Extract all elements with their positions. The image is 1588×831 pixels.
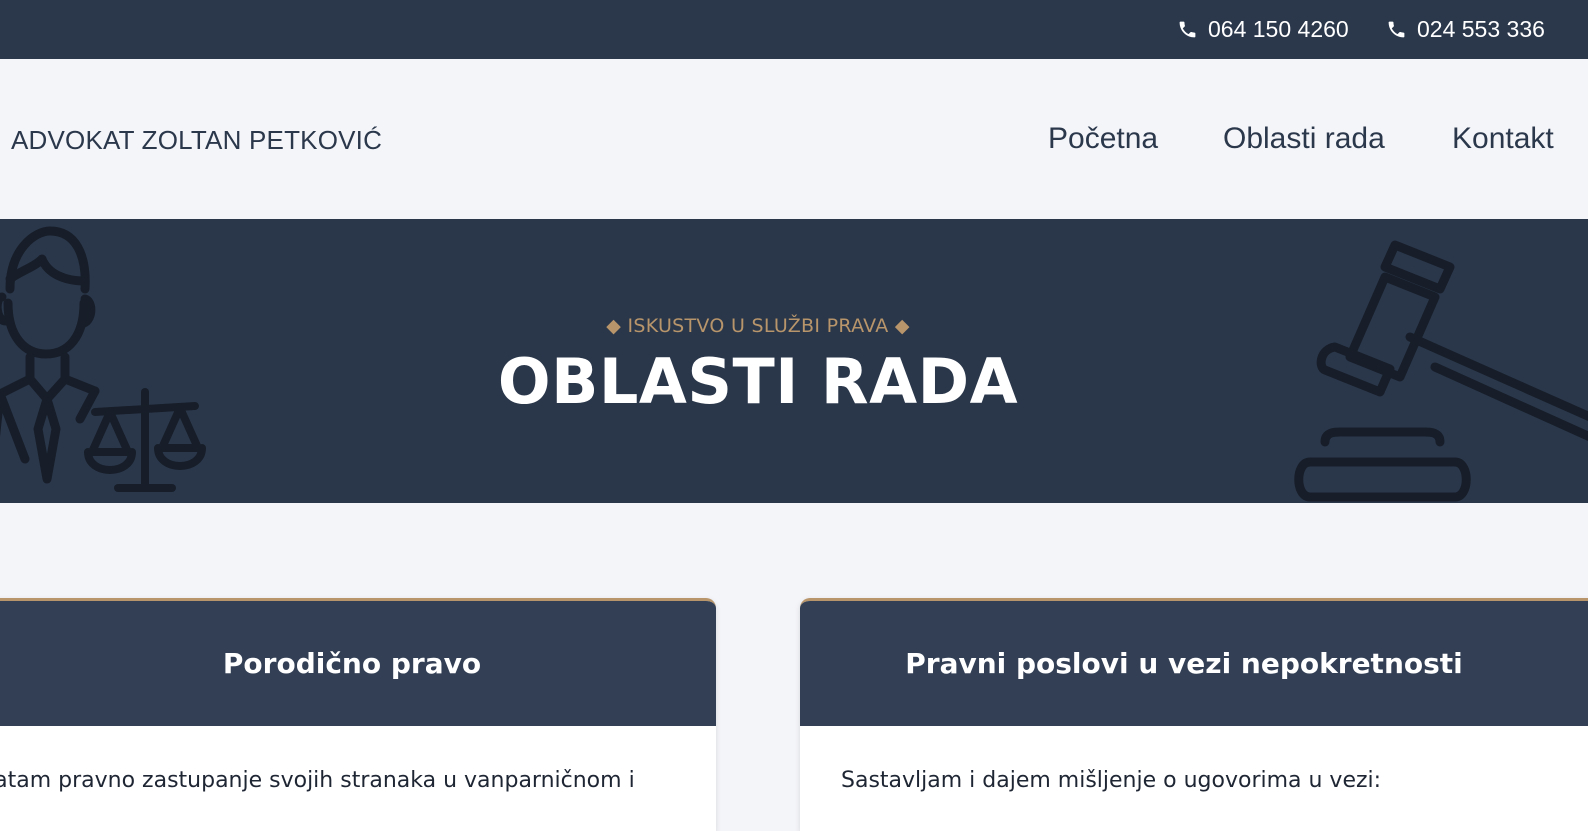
page-title: OBLASTI RADA [497,345,1019,418]
main-navbar: ADVOKAT ZOLTAN PETKOVIĆ Početna Oblasti … [0,59,1588,219]
card-text: Sastavljam i dajem mišljenje o ugovorima… [841,768,1382,793]
nav-item-pocetna[interactable]: Početna [1048,122,1158,156]
service-card-nepokretnosti: Pravni poslovi u vezi nepokretnosti Sast… [800,598,1588,831]
top-contact-bar: 064 150 4260 024 553 336 [0,0,1588,59]
card-title: Pravni poslovi u vezi nepokretnosti [800,601,1588,726]
brand-logo-link[interactable]: ADVOKAT ZOLTAN PETKOVIĆ [11,125,382,156]
phone-link-2[interactable]: 024 553 336 [1386,14,1545,44]
hero-banner: ◆ ISKUSTVO U SLUŽBI PRAVA ◆ OBLASTI RADA [0,219,1588,503]
phone-icon [1179,21,1196,37]
phone-number-2: 024 553 336 [1417,15,1545,42]
nav-item-oblasti-rada[interactable]: Oblasti rada [1223,122,1385,156]
nav-item-kontakt[interactable]: Kontakt [1452,122,1554,156]
card-title: Porodično pravo [0,601,716,726]
service-card-porodicno-pravo: Porodično pravo rihvatam pravno zastupan… [0,598,716,831]
phone-link-1[interactable]: 064 150 4260 [1177,14,1349,44]
phone-icon [1388,21,1405,37]
hero-kicker: ◆ ISKUSTVO U SLUŽBI PRAVA ◆ [606,315,910,337]
card-text: rihvatam pravno zastupanje svojih strana… [0,768,635,793]
phone-number-1: 064 150 4260 [1208,15,1349,42]
